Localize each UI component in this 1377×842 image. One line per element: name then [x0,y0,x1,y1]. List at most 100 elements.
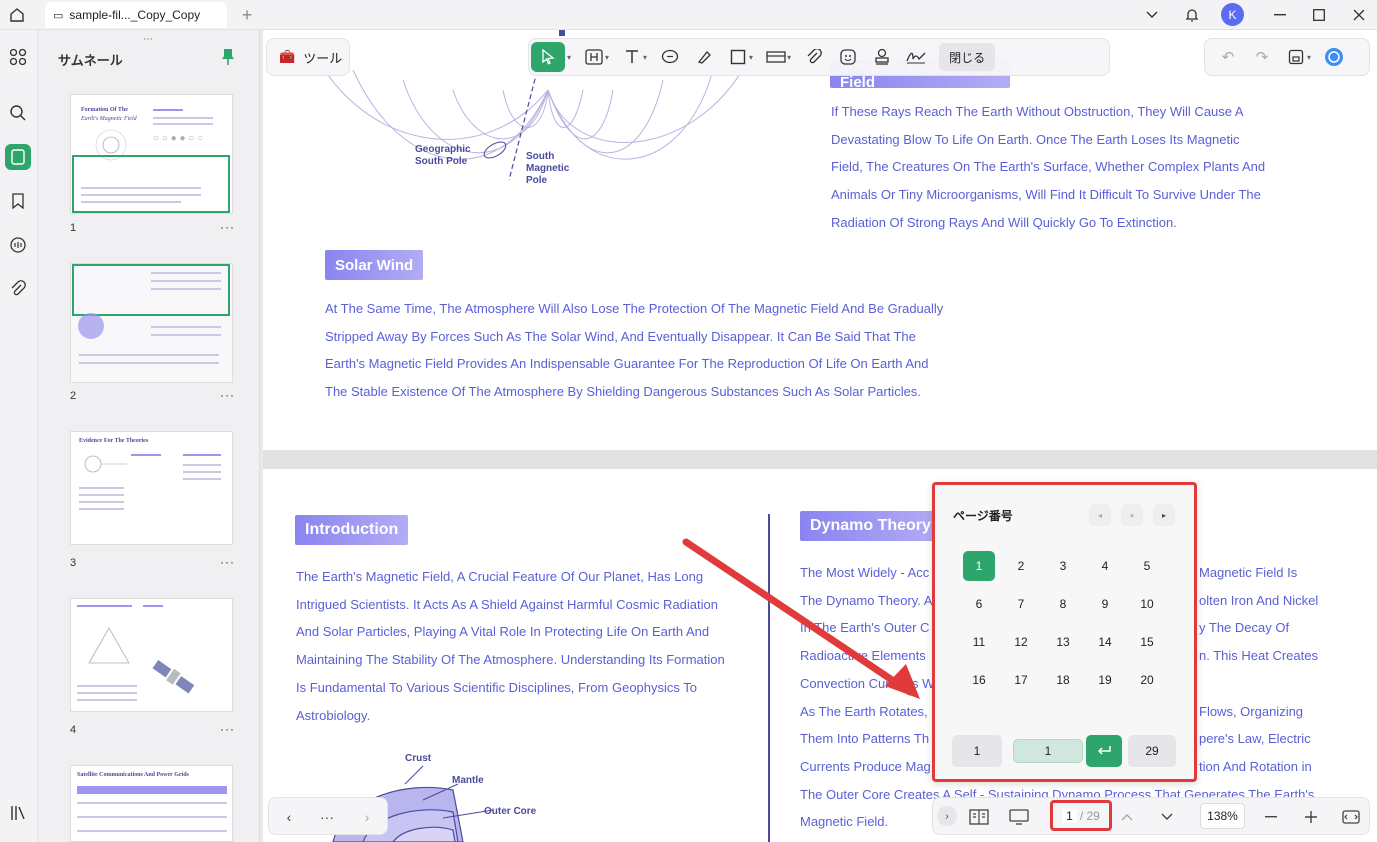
page-cell[interactable]: 14 [1089,627,1121,657]
thumbnail-1-title: Formation Of The [81,107,128,113]
page-cell[interactable]: 1 [963,551,995,581]
page-cell[interactable]: 9 [1089,589,1121,619]
chevron-up-icon[interactable] [1115,805,1139,829]
redo-icon[interactable]: ↷ [1245,42,1279,72]
thumbnail-1-circles: ○ ○ ● ● ○ ○ [153,133,204,144]
tools-button[interactable]: 🧰 ツール [266,38,350,76]
document-tab[interactable]: ▭ sample-fil..._Copy_Copy [45,2,227,28]
tools-label: ツール [303,50,343,66]
fit-page-icon[interactable] [1339,805,1363,829]
chevron-left-icon[interactable]: ‹ [277,805,301,829]
home-icon[interactable] [6,4,28,26]
page-cell[interactable]: 15 [1131,627,1163,657]
page-thumbnail-4[interactable] [70,598,233,712]
page-number-input[interactable]: 1 [1013,739,1083,763]
zoom-level[interactable]: 138% [1200,803,1245,829]
bottom-status-bar: › 1 / 29 138% [932,797,1370,835]
go-to-page-button[interactable] [1086,735,1122,767]
page-thumbnail-2[interactable] [70,263,233,383]
page-cell[interactable]: 12 [1005,627,1037,657]
chevron-down-icon[interactable]: ▾ [605,53,609,62]
page-number-popup: ページ番号 ◂ ● ▸ 1 2 3 4 5 6 7 8 9 10 11 12 1… [932,482,1197,782]
page-cell[interactable]: 8 [1047,589,1079,619]
right-paragraph: If These Rays Reach The Earth Without Ob… [831,104,1266,230]
chevron-down-icon[interactable]: ▾ [749,53,753,62]
thumbnail-more-button[interactable]: ··· [220,220,235,234]
thumbnail-page-number: 3 [70,557,77,569]
thumbnail-page-number: 4 [70,724,77,736]
ai-assistant-icon[interactable] [1317,42,1351,72]
page-cell[interactable]: 18 [1047,665,1079,695]
page-cell[interactable]: 10 [1131,589,1163,619]
last-page-button[interactable]: 29 [1128,735,1176,767]
highlighter-tool-icon[interactable] [687,42,721,72]
page-cell[interactable]: 6 [963,589,995,619]
select-tool-icon[interactable] [531,42,565,72]
page-cell[interactable]: 17 [1005,665,1037,695]
stamp-tool-icon[interactable] [865,42,899,72]
selected-thumbnail-highlight [72,155,230,213]
page-layout-icon[interactable] [967,805,991,829]
search-icon[interactable] [5,100,31,126]
page-cell[interactable]: 2 [1005,551,1037,581]
maximize-icon[interactable] [1308,4,1330,26]
thumbnail-icon[interactable] [5,144,31,170]
next-page-icon[interactable]: ▸ [1153,504,1175,526]
page-thumbnail-1[interactable]: Formation Of The Earth's Magnetic Field … [70,94,233,214]
undo-icon[interactable]: ↶ [1211,42,1245,72]
page-thumbnail-3[interactable]: Evidence For The Theories [70,431,233,545]
close-icon[interactable] [1348,4,1370,26]
attachment-icon[interactable] [5,276,31,302]
page-cell[interactable]: 20 [1131,665,1163,695]
presentation-icon[interactable] [1007,805,1031,829]
page-thumbnail-5[interactable]: Satellite Communications And Power Grids [70,765,233,842]
chevron-down-icon[interactable]: ▾ [1307,53,1311,62]
collapse-toggle-icon[interactable]: › [937,806,957,826]
page-cell[interactable]: 16 [963,665,995,695]
page-cell[interactable]: 4 [1089,551,1121,581]
sticker-tool-icon[interactable] [831,42,865,72]
thumbnail-1-subtitle: Earth's Magnetic Field [81,116,137,122]
chevron-down-icon[interactable]: ▾ [787,53,791,62]
page-cell[interactable]: 13 [1047,627,1079,657]
more-button[interactable]: ··· [315,805,339,829]
chevron-down-icon[interactable]: ▾ [643,53,647,62]
grid-icon[interactable] [5,44,31,70]
document-canvas[interactable]: Geographic South Pole South Magnetic Pol… [263,30,1377,842]
chevron-down-icon[interactable] [1155,805,1179,829]
pin-icon[interactable] [221,48,235,66]
satellite-icon [152,660,195,694]
page-cell[interactable]: 19 [1089,665,1121,695]
thumbnail-more-button[interactable]: ··· [220,555,235,569]
minimize-icon[interactable] [1269,4,1291,26]
chevron-down-icon[interactable]: ▾ [567,53,571,62]
comment-icon[interactable] [5,232,31,258]
page-cell[interactable]: 7 [1005,589,1037,619]
first-page-button[interactable]: 1 [952,735,1002,767]
mantle-label: Mantle [452,775,484,786]
signature-tool-icon[interactable] [899,42,933,72]
bell-icon[interactable] [1181,4,1203,26]
new-tab-button[interactable]: + [236,4,258,26]
close-toolbar-button[interactable]: 閉じる [939,43,996,71]
zoom-in-icon[interactable] [1299,805,1323,829]
thumbnail-more-button[interactable]: ··· [220,388,235,402]
page-indicator[interactable]: 1 / 29 [1050,800,1112,831]
attachment-tool-icon[interactable] [797,42,831,72]
page-cell[interactable]: 3 [1047,551,1079,581]
comment-tool-icon[interactable] [653,42,687,72]
page-cell[interactable]: 11 [963,627,995,657]
library-icon[interactable] [5,800,31,826]
chevron-right-icon[interactable]: › [355,805,379,829]
solar-wind-heading: Solar Wind [325,250,424,280]
avatar[interactable]: K [1221,3,1244,26]
thumbnail-more-button[interactable]: ··· [220,722,235,736]
thumbnail-4-diagram [88,627,130,664]
bookmark-icon[interactable] [5,188,31,214]
zoom-out-icon[interactable] [1259,805,1283,829]
current-page-dot-icon[interactable]: ● [1121,504,1143,526]
previous-page-icon[interactable]: ◂ [1089,504,1111,526]
page-cell[interactable]: 5 [1131,551,1163,581]
chevron-down-icon[interactable] [1141,4,1163,26]
drag-handle-icon[interactable]: ⋯ [143,34,153,45]
